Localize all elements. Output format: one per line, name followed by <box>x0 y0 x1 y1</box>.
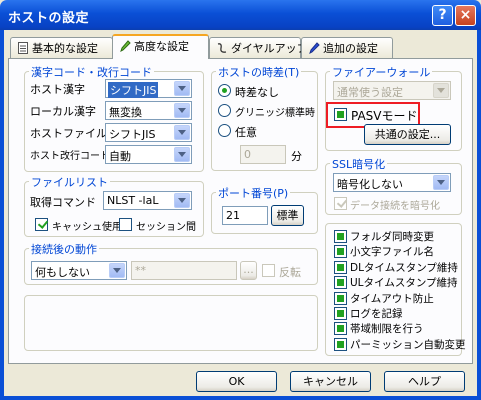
ok-button[interactable]: OK <box>196 371 277 392</box>
option-checkbox[interactable] <box>334 307 347 320</box>
ssl-value: 暗号化しない <box>337 178 403 191</box>
tab-dialup[interactable]: ダイヤルアップ <box>209 37 308 58</box>
list-command-select[interactable]: NLST -laL <box>103 191 192 210</box>
filelist-group-label: ファイルリスト <box>29 174 110 190</box>
tab-additional-settings[interactable]: 追加の設定 <box>301 37 393 58</box>
timezone-none-label[interactable]: 時差なし <box>235 84 279 100</box>
tab-label: 高度な設定 <box>134 40 189 53</box>
timezone-unit-label: 分 <box>291 150 302 163</box>
chevron-down-icon[interactable] <box>433 175 449 190</box>
common-settings-button[interactable]: 共通の設定... <box>364 124 451 145</box>
option-label[interactable]: DLタイムスタンプ維持 <box>350 260 458 275</box>
timezone-group-label: ホストの時差(T) <box>216 64 302 80</box>
option-checkbox[interactable] <box>334 276 347 290</box>
tab-advanced-settings[interactable]: 高度な設定 <box>112 34 209 59</box>
chevron-down-icon[interactable] <box>174 81 190 96</box>
timezone-gmt-label[interactable]: グリニッジ標準時 <box>235 104 315 119</box>
ssl-select[interactable]: 暗号化しない <box>333 173 451 192</box>
option-label[interactable]: ログを記録 <box>350 306 403 321</box>
option-checkbox[interactable] <box>334 322 347 336</box>
host-filename-value: シフトJIS <box>109 128 156 141</box>
tab-label: 基本的な設定 <box>32 42 98 55</box>
help-title-button[interactable]: ? <box>432 5 453 26</box>
phone-cord-icon <box>217 43 227 53</box>
port-field[interactable]: 21 <box>222 206 268 225</box>
tab-label: 追加の設定 <box>323 42 378 55</box>
ssl-group-label: SSL暗号化 <box>330 156 388 172</box>
option-label[interactable]: フォルダ同時変更 <box>350 229 434 244</box>
close-button[interactable]: × <box>455 5 476 26</box>
timezone-custom-label[interactable]: 任意 <box>235 124 257 140</box>
data-encrypt-checkbox[interactable] <box>334 197 347 210</box>
info-box <box>24 295 318 351</box>
kanji-group-label: 漢字コード・改行コード <box>29 64 154 80</box>
timezone-custom-radio[interactable] <box>218 124 231 137</box>
chevron-down-icon[interactable] <box>174 193 190 208</box>
after-connect-value: 何もしない <box>35 266 90 279</box>
firewall-group-label: ファイアーウォール <box>330 64 433 80</box>
host-kanji-select[interactable]: シフトJIS <box>105 79 192 98</box>
tab-label: ダイヤルアップ <box>231 42 308 55</box>
after-connect-path-value: ** <box>135 264 146 277</box>
option-checkbox[interactable] <box>334 230 347 243</box>
after-connect-group-label: 接続後の動作 <box>29 241 99 257</box>
help-button[interactable]: ヘルプ <box>384 371 465 392</box>
option-label[interactable]: 帯域制限を行う <box>350 321 424 336</box>
session-checkbox[interactable] <box>119 218 132 231</box>
option-label[interactable]: パーミッション自動変更 <box>350 337 466 352</box>
chevron-down-icon[interactable] <box>174 103 190 118</box>
cancel-button[interactable]: キャンセル <box>290 371 371 392</box>
firewall-mode-select[interactable]: 通常使う設定 <box>333 81 451 100</box>
option-label[interactable]: 小文字ファイル名 <box>350 244 434 259</box>
cache-checkbox[interactable] <box>35 218 48 231</box>
tab-basic-settings[interactable]: 基本的な設定 <box>10 37 113 58</box>
host-newline-value: 自動 <box>109 150 131 163</box>
host-newline-label: ホスト改行コード <box>30 151 110 162</box>
host-newline-select[interactable]: 自動 <box>105 145 192 164</box>
window-frame-bottom <box>0 396 481 400</box>
host-filename-select[interactable]: シフトJIS <box>105 123 192 142</box>
local-kanji-select[interactable]: 無変換 <box>105 101 192 120</box>
port-group-label: ポート番号(P) <box>216 185 291 201</box>
timezone-none-radio[interactable] <box>218 84 231 97</box>
option-label[interactable]: タイムアウト防止 <box>350 291 434 306</box>
window-frame-left <box>0 30 4 400</box>
firewall-mode-value: 通常使う設定 <box>337 86 403 99</box>
window-frame-right <box>477 30 481 400</box>
option-checkbox[interactable] <box>334 337 347 351</box>
chevron-down-icon[interactable] <box>174 147 190 162</box>
reverse-checkbox[interactable] <box>262 264 275 277</box>
timezone-gmt-radio[interactable] <box>218 104 231 117</box>
list-command-label: 取得コマンド <box>30 196 96 209</box>
pen-icon <box>309 42 320 54</box>
after-connect-select[interactable]: 何もしない <box>31 261 127 280</box>
chevron-down-icon[interactable] <box>174 125 190 140</box>
timezone-offset-field[interactable]: 0 <box>240 145 286 164</box>
port-standard-button[interactable]: 標準 <box>271 205 304 226</box>
chevron-down-icon[interactable] <box>433 83 449 98</box>
list-command-value: NLST -laL <box>107 194 159 207</box>
session-label[interactable]: セッション間 <box>136 218 196 233</box>
timezone-offset-value: 0 <box>244 148 251 161</box>
cache-label[interactable]: キャッシュ使用 <box>52 218 122 233</box>
pencil-icon <box>120 40 131 52</box>
option-checkbox[interactable] <box>334 245 347 259</box>
chevron-down-icon[interactable] <box>109 263 125 278</box>
after-connect-path-field[interactable]: ** <box>131 261 237 280</box>
option-checkbox[interactable] <box>334 291 347 305</box>
browse-button[interactable]: ... <box>240 261 257 280</box>
host-kanji-value: シフトJIS <box>108 82 159 98</box>
host-kanji-label: ホスト漢字 <box>30 83 85 96</box>
port-value: 21 <box>226 209 240 222</box>
document-icon <box>18 42 28 54</box>
window-title: ホストの設定 <box>8 11 90 26</box>
data-encrypt-label[interactable]: データ接続を暗号化 <box>350 197 440 212</box>
option-label[interactable]: ULタイムスタンプ維持 <box>350 275 458 290</box>
reverse-label[interactable]: 反転 <box>279 264 301 280</box>
local-kanji-value: 無変換 <box>109 106 142 119</box>
local-kanji-label: ローカル漢字 <box>30 105 96 118</box>
option-checkbox[interactable] <box>334 260 347 274</box>
